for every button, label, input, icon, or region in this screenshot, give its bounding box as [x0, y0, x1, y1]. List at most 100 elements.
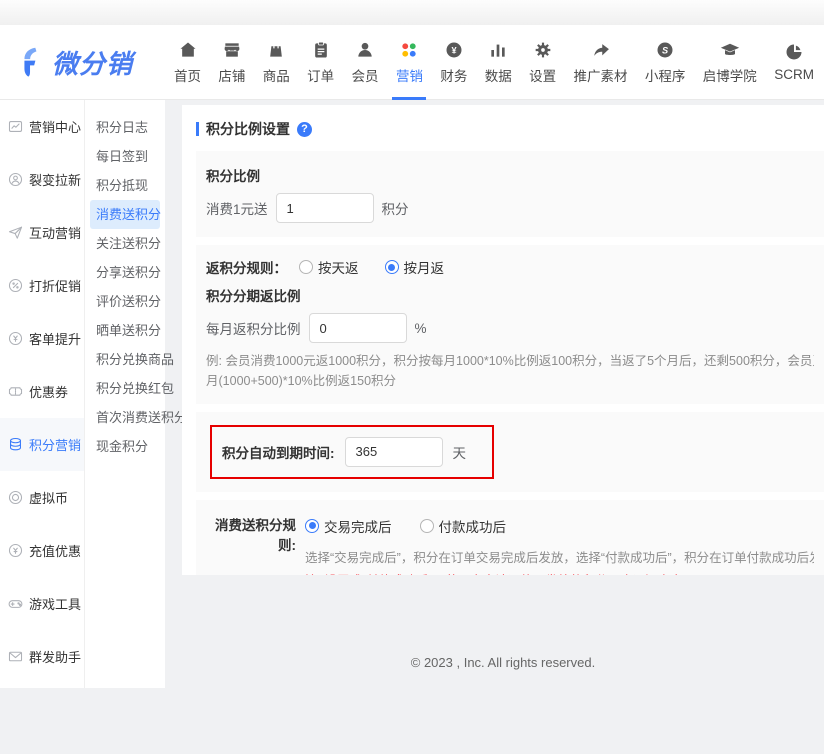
page-title: 积分比例设置	[206, 119, 290, 139]
discount-icon	[7, 277, 24, 294]
send-rule-warning: 注: 设置成“付款成功后”，若买家申请退款，发放的积分不会退还商家。	[305, 570, 814, 576]
radio-option[interactable]: 付款成功后	[420, 516, 507, 536]
members-icon	[355, 40, 375, 60]
submenu-item[interactable]: 分享送积分	[90, 258, 160, 287]
rebate-example-text: 例: 会员消费1000元返1000积分，积分按每月1000*10%比例返100积…	[206, 351, 814, 392]
mini-program-icon: S	[655, 40, 675, 60]
nav-item[interactable]: SCRM	[768, 25, 820, 100]
submenu-item[interactable]: 消费送积分	[90, 200, 160, 229]
home-icon	[178, 40, 198, 60]
coupon-icon	[7, 383, 24, 400]
sidebar-item[interactable]: 裂变拉新	[0, 153, 84, 206]
top-navbar: 微分销 首页 店铺 商品 订单 会员	[0, 25, 824, 100]
ratio-row: 消费1元送 积分	[206, 193, 814, 223]
sidebar-item[interactable]: 积分营销	[0, 418, 84, 471]
sidebar-item[interactable]: 充值优惠	[0, 524, 84, 577]
marketing-icon	[399, 40, 419, 60]
primary-nav: 首页 店铺 商品 订单 会员 营销	[168, 25, 820, 100]
submenu-item[interactable]: 积分兑换红包	[90, 374, 160, 403]
nav-item[interactable]: 数据	[479, 25, 518, 100]
rebate-row: 每月返积分比例 %	[206, 313, 814, 343]
sidebar-item[interactable]: 虚拟币	[0, 471, 84, 524]
goods-icon	[266, 40, 286, 60]
rebate-example-line2: 月(1000+500)*10%比例返150积分	[206, 371, 814, 391]
radio-icon	[305, 519, 319, 533]
nav-item[interactable]: 店铺	[212, 25, 251, 100]
send-rule-label: 消费送积分规则:	[206, 516, 296, 576]
ratio-heading: 积分比例	[206, 165, 814, 185]
broadcast-icon	[7, 648, 24, 665]
page-body: 营销中心 裂变拉新 互动营销 打折促销 客单提升	[0, 100, 824, 754]
submenu-item[interactable]: 积分日志	[90, 113, 160, 142]
points-per-yuan-input[interactable]	[276, 193, 374, 223]
rebate-heading: 积分分期返比例	[206, 285, 814, 305]
brand-logo[interactable]: 微分销	[18, 44, 158, 81]
submenu-item[interactable]: 积分抵现	[90, 171, 160, 200]
submenu-item[interactable]: 晒单送积分	[90, 316, 160, 345]
radio-option[interactable]: 按月返	[385, 257, 445, 277]
ratio-suffix-label: 积分	[382, 198, 409, 218]
radio-icon	[299, 260, 313, 274]
radio-label: 按月返	[404, 257, 445, 277]
expire-suffix-label: 天	[453, 442, 467, 462]
highlight-box: 积分自动到期时间: 天	[210, 425, 494, 479]
sidebar-item[interactable]: 营销中心	[0, 100, 84, 153]
rebate-radio-group: 按天返 按月返	[299, 257, 444, 277]
game-tool-icon	[7, 595, 24, 612]
promo-material-icon	[591, 40, 611, 60]
content-card: 积分比例设置 积分比例 消费1元送 积分 返积分规则：	[182, 105, 824, 575]
submenu-item[interactable]: 首次消费送积分	[90, 403, 160, 432]
nav-item[interactable]: 商品	[257, 25, 296, 100]
data-icon	[488, 40, 508, 60]
submenu-item[interactable]: 关注送积分	[90, 229, 160, 258]
sidebar-item[interactable]: 打折促销	[0, 259, 84, 312]
sidebar-item[interactable]: 互动营销	[0, 206, 84, 259]
orders-icon	[311, 40, 331, 60]
section-rebate-rule: 返积分规则： 按天返 按月返	[196, 245, 824, 404]
order-value-icon	[7, 330, 24, 347]
submenu-item[interactable]: 每日签到	[90, 142, 160, 171]
svg-text:S: S	[662, 45, 669, 55]
nav-item[interactable]: 设置	[523, 25, 562, 100]
brand-logo-icon	[18, 46, 48, 78]
nav-item[interactable]: 营销	[390, 25, 429, 100]
radio-label: 付款成功后	[439, 516, 507, 536]
radio-label: 按天返	[318, 257, 359, 277]
submenu-item[interactable]: 现金积分	[90, 432, 160, 461]
college-icon	[720, 40, 740, 60]
nav-item[interactable]: 订单	[301, 25, 340, 100]
browser-top-strip	[0, 0, 824, 25]
sidebar-item[interactable]: 客单提升	[0, 312, 84, 365]
marketing-center-icon	[7, 118, 24, 135]
expire-days-input[interactable]	[345, 437, 443, 467]
nav-item[interactable]: S 小程序	[639, 25, 692, 100]
sidebar-item[interactable]: 优惠券	[0, 365, 84, 418]
rebate-rule-row: 返积分规则： 按天返 按月返	[206, 257, 814, 277]
radio-option[interactable]: 按天返	[299, 257, 359, 277]
section-send-rule: 消费送积分规则: 交易完成后 付款成功后	[196, 500, 824, 576]
finance-icon: ¥	[444, 40, 464, 60]
help-icon[interactable]	[297, 122, 312, 137]
store-icon	[222, 40, 242, 60]
radio-option[interactable]: 交易完成后	[305, 516, 392, 536]
sidebar-item[interactable]: 游戏工具	[0, 577, 84, 630]
recharge-icon	[7, 542, 24, 559]
nav-item[interactable]: ¥ 财务	[434, 25, 473, 100]
submenu-item[interactable]: 评价送积分	[90, 287, 160, 316]
points-icon	[7, 436, 24, 453]
sidebar-item[interactable]: 群发助手	[0, 630, 84, 683]
rebate-suffix-label: %	[415, 321, 427, 336]
monthly-rebate-input[interactable]	[309, 313, 407, 343]
send-rule-description: 选择“交易完成后”，积分在订单交易完成后发放，选择“付款成功后”，积分在订单付款…	[305, 547, 814, 566]
page-title-row: 积分比例设置	[196, 119, 824, 139]
nav-item[interactable]: 推广素材	[568, 25, 634, 100]
rebate-example-line1: 例: 会员消费1000元返1000积分，积分按每月1000*10%比例返100积…	[206, 351, 814, 371]
submenu-item[interactable]: 积分兑换商品	[90, 345, 160, 374]
nav-item[interactable]: 首页	[168, 25, 207, 100]
nav-item[interactable]: 启博学院	[697, 25, 763, 100]
nav-item[interactable]: 会员	[346, 25, 385, 100]
send-rule-radio-group: 交易完成后 付款成功后	[305, 516, 506, 536]
main-area: 积分比例设置 积分比例 消费1元送 积分 返积分规则：	[165, 100, 824, 670]
sidebar-submenu: 积分日志 每日签到 积分抵现 消费送积分 关注送积分 分享送积分 评价送积分 晒…	[85, 100, 165, 688]
title-accent-bar	[196, 122, 199, 136]
